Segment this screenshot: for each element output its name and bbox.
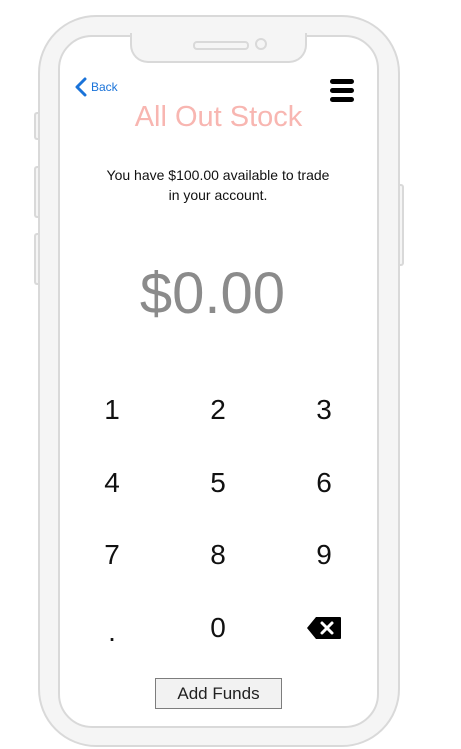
balance-text-line1: You have $100.00 available to trade — [106, 167, 330, 183]
keypad-key-4[interactable]: 4 — [82, 463, 142, 503]
chevron-left-icon — [75, 77, 87, 97]
keypad-key-3[interactable]: 3 — [294, 390, 354, 430]
app-title: All Out Stock — [134, 101, 303, 133]
keypad-key-9[interactable]: 9 — [294, 535, 354, 575]
balance-text-line2: in your account. — [168, 187, 268, 203]
keypad-key-7[interactable]: 7 — [82, 535, 142, 575]
balance-info: You have $100.00 available to trade in y… — [88, 165, 348, 205]
add-funds-button[interactable]: Add Funds — [155, 678, 282, 709]
hamburger-menu-icon[interactable] — [330, 79, 354, 103]
keypad-key-0[interactable]: 0 — [188, 608, 248, 648]
trade-amount-display: $0.00 — [139, 261, 286, 326]
back-label: Back — [91, 80, 118, 94]
keypad-key-8[interactable]: 8 — [188, 535, 248, 575]
keypad-key-6[interactable]: 6 — [294, 463, 354, 503]
front-camera — [255, 38, 267, 50]
keypad-key-decimal[interactable]: . — [82, 612, 142, 652]
keypad-key-1[interactable]: 1 — [82, 390, 142, 430]
keypad-key-5[interactable]: 5 — [188, 463, 248, 503]
keypad-key-2[interactable]: 2 — [188, 390, 248, 430]
backspace-icon[interactable] — [306, 616, 342, 640]
back-button[interactable]: Back — [74, 77, 118, 97]
speaker-grille — [193, 41, 249, 50]
